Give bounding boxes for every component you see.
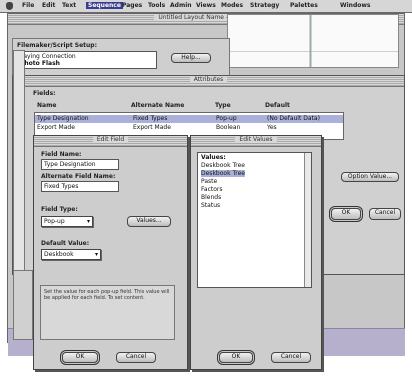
popup-arrow-icon: ▾ [86, 218, 90, 225]
menu-views[interactable]: Views [196, 2, 216, 9]
values-list[interactable]: Values: Deskbook Tree Deskbook Tree Past… [197, 152, 312, 288]
attributes-ok-button[interactable]: OK [331, 208, 361, 220]
values-scrollbar[interactable] [304, 153, 311, 287]
menu-edit[interactable]: Edit [42, 2, 55, 9]
field-name-label: Field Name: [41, 151, 82, 158]
edit-field-ok-button[interactable]: OK [62, 352, 98, 363]
column-header-type: Type [215, 102, 231, 109]
cell-alt-name: Export Made [133, 124, 171, 131]
default-value-label: Default Value: [41, 240, 90, 247]
attributes-dialog-title: Attributes [189, 76, 228, 83]
cell-type: Pop-up [216, 115, 237, 122]
menu-pages[interactable]: Pages [122, 2, 142, 9]
palette-list-item[interactable]: Paying Connection [20, 53, 154, 60]
edit-values-titlebar[interactable]: Edit Values [191, 136, 321, 147]
alt-field-name-label: Alternate Field Name: [41, 173, 116, 180]
field-name-input[interactable]: Type Designation [41, 159, 119, 170]
edit-field-title: Edit Field [92, 136, 129, 143]
table-row[interactable]: Type Designation Fixed Types Pop-up (No … [35, 115, 343, 123]
palette-label: Filemaker/Script Setup: [17, 42, 98, 49]
alt-field-name-input[interactable]: Fixed Types [41, 181, 119, 192]
menu-palettes[interactable]: Palettes [290, 2, 318, 9]
cell-name: Type Designation [37, 115, 89, 122]
default-value-popup[interactable]: Deskbook ▾ [41, 249, 101, 260]
cell-alt-name: Fixed Types [133, 115, 168, 122]
menu-tools[interactable]: Tools [148, 2, 165, 9]
list-item[interactable]: Deskbook Tree [201, 162, 245, 169]
menu-windows[interactable]: Windows [340, 2, 370, 9]
edit-values-ok-button[interactable]: OK [219, 352, 253, 363]
menu-file[interactable]: File [22, 2, 34, 9]
menu-modes[interactable]: Modes [221, 2, 243, 9]
list-item[interactable]: Paste [201, 178, 217, 185]
edit-values-cancel-button[interactable]: Cancel [271, 352, 311, 363]
field-type-label: Field Type: [41, 206, 78, 213]
cell-default: (No Default Data) [267, 115, 320, 122]
palette-list-item[interactable]: Photo Flash [20, 60, 154, 67]
fields-label: Fields: [33, 90, 56, 97]
list-item[interactable]: Blends [201, 194, 221, 201]
palette-list[interactable]: Paying Connection Photo Flash [17, 51, 157, 69]
menu-sequence[interactable]: Sequence [86, 2, 123, 9]
edit-values-title: Edit Values [235, 136, 277, 143]
option-value-button[interactable]: Option Value... [341, 172, 399, 182]
table-row[interactable]: Export Made Export Made Boolean Yes [35, 124, 343, 132]
cell-type: Boolean [216, 124, 241, 131]
attributes-dialog-titlebar[interactable]: Attributes [13, 76, 404, 87]
cell-name: Export Made [37, 124, 75, 131]
default-value-value: Deskbook [44, 251, 74, 258]
column-header-name: Name [37, 102, 57, 109]
apple-menu-icon[interactable] [6, 2, 13, 10]
list-item[interactable]: Status [201, 202, 220, 209]
tool-strip-bottom[interactable] [13, 270, 33, 340]
instructions-text: Set the value for each pop-up field. Thi… [44, 289, 170, 301]
menu-admin[interactable]: Admin [170, 2, 192, 9]
popup-arrow-icon: ▾ [94, 251, 98, 258]
field-type-value: Pop-up [44, 218, 65, 225]
tool-strip[interactable] [13, 50, 25, 280]
field-type-popup[interactable]: Pop-up ▾ [41, 216, 93, 227]
values-list-label: Values: [201, 154, 226, 161]
list-item[interactable]: Deskbook Tree [201, 170, 245, 177]
edit-field-cancel-button[interactable]: Cancel [116, 352, 156, 363]
palette-help-button[interactable]: Help... [171, 53, 211, 63]
edit-field-titlebar[interactable]: Edit Field [34, 136, 187, 147]
cell-default: Yes [267, 124, 277, 131]
column-header-default: Default [265, 102, 290, 109]
column-header-alt-name: Alternate Name [131, 102, 185, 109]
menu-text[interactable]: Text [62, 2, 76, 9]
values-button[interactable]: Values... [127, 216, 171, 227]
menu-bar: File Edit Text Sequence Pages Tools Admi… [0, 0, 412, 13]
attributes-cancel-button[interactable]: Cancel [369, 208, 401, 220]
list-item[interactable]: Factors [201, 186, 223, 193]
instructions-box: Set the value for each pop-up field. Thi… [40, 285, 175, 340]
layout-canvas[interactable] [227, 14, 399, 68]
menu-strategy[interactable]: Strategy [250, 2, 279, 9]
